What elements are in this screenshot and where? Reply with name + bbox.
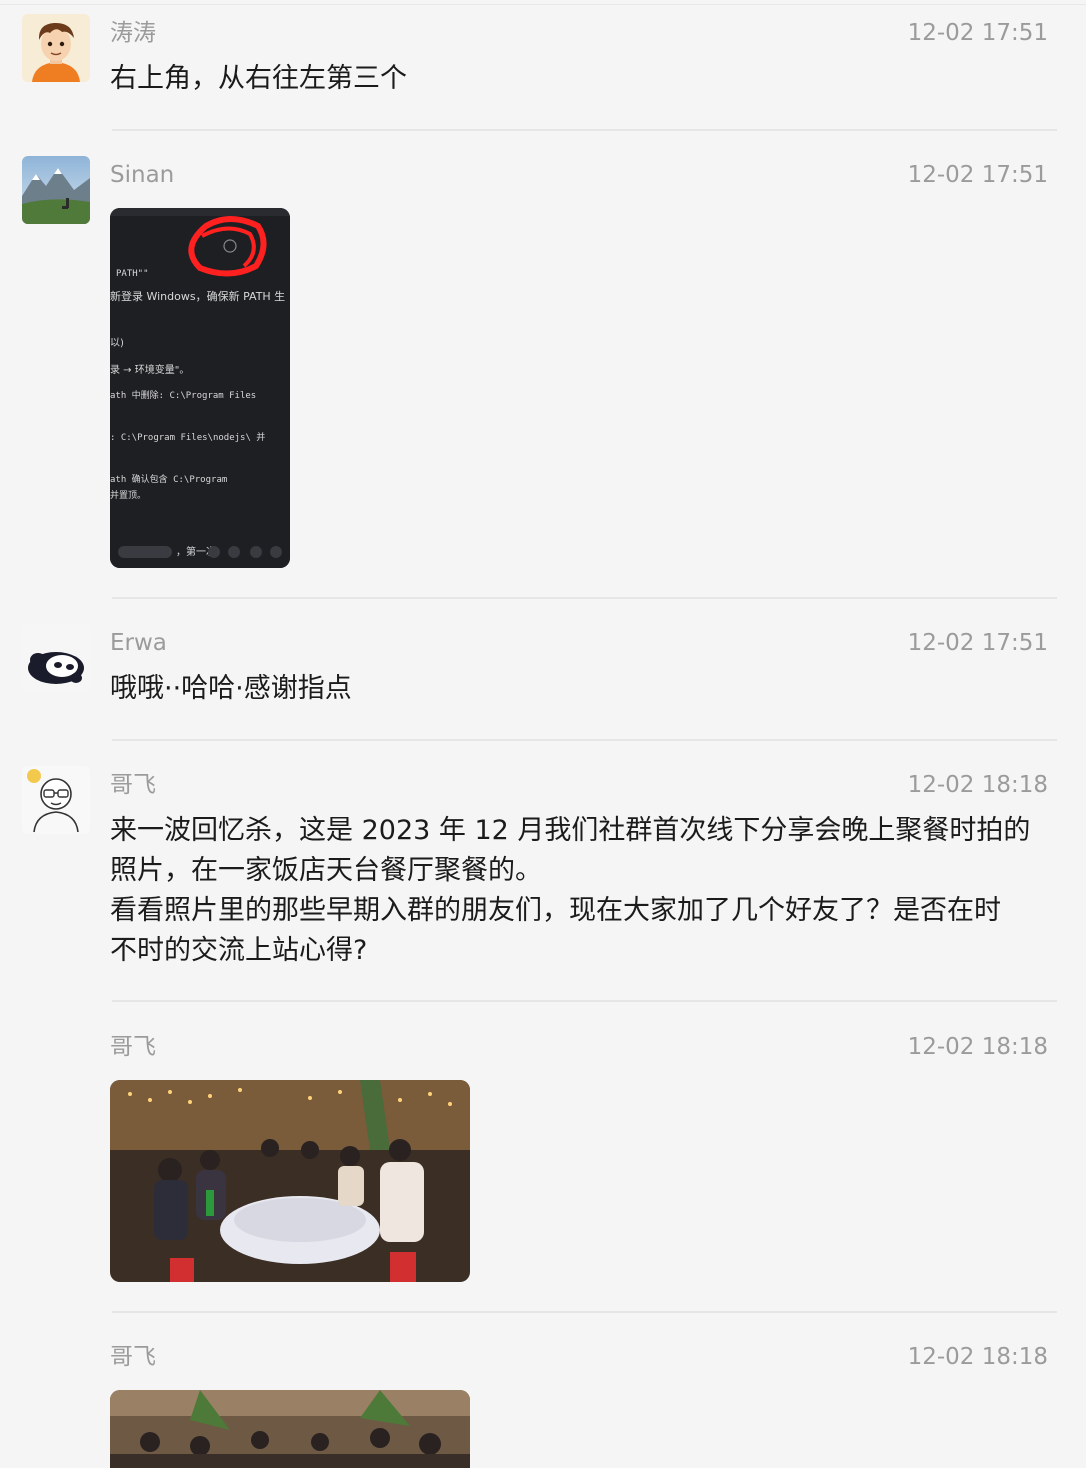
top-divider <box>0 4 1086 5</box>
sender-name: 涛涛 <box>110 20 156 46</box>
message-text-line: 不时的交流上站心得? <box>110 935 368 966</box>
screenshot-line: ath 确认包含 C:\Program <box>110 473 227 485</box>
screenshot-line: 新登录 Windows，确保新 PATH 生 <box>110 289 285 303</box>
message-time: 12-02 18:18 <box>907 1034 1048 1060</box>
sender-name: 哥飞 <box>110 1344 156 1370</box>
message-time: 12-02 17:51 <box>907 20 1048 46</box>
mountain-landscape-avatar-icon <box>22 156 90 224</box>
screenshot-line: 并置顶。 <box>110 489 146 501</box>
message-divider <box>112 739 1057 741</box>
sender-name: Sinan <box>110 162 175 188</box>
cartoon-boy-avatar-icon <box>22 14 90 82</box>
group-dinner-photo-2[interactable] <box>110 1390 470 1468</box>
message-text-line: 照片，在一家饭店天台餐厅聚餐的。 <box>110 855 542 886</box>
message-divider <box>112 1000 1057 1002</box>
sender-name: Erwa <box>110 630 167 656</box>
sender-name: 哥飞 <box>110 1034 156 1060</box>
message-divider <box>112 597 1057 599</box>
avatar[interactable] <box>22 156 90 224</box>
screenshot-line: 以) <box>110 338 124 349</box>
photo-content <box>110 1390 470 1468</box>
group-dinner-photo[interactable] <box>110 1080 470 1282</box>
message-text: 右上角，从右往左第三个 <box>110 63 407 94</box>
sender-name: 哥飞 <box>110 772 156 798</box>
message-divider <box>112 129 1057 131</box>
photo-content <box>110 1080 470 1282</box>
screenshot-line: PATH"" <box>116 269 149 279</box>
message-text-line: 看看照片里的那些早期入群的朋友们，现在大家加了几个好友了？是否在时 <box>110 895 1001 926</box>
screenshot-image[interactable]: PATH"" 新登录 Windows，确保新 PATH 生 以) 录 → 环境变… <box>110 208 290 568</box>
message-text: 来一波回忆杀，这是 2023 年 12 月我们社群首次线下分享会晚上聚餐时拍的 … <box>110 811 1060 971</box>
message-time: 12-02 17:51 <box>907 162 1048 188</box>
message-text-line: 来一波回忆杀，这是 2023 年 12 月我们社群首次线下分享会晚上聚餐时拍的 <box>110 815 1031 846</box>
message-time: 12-02 17:51 <box>907 630 1048 656</box>
screenshot-line: 录 → 环境变量"。 <box>110 363 189 376</box>
screenshot-content: PATH"" 新登录 Windows，确保新 PATH 生 以) 录 → 环境变… <box>110 208 290 568</box>
glasses-man-avatar-icon <box>22 766 90 834</box>
message-time: 12-02 18:18 <box>907 1344 1048 1370</box>
message-divider <box>112 1311 1057 1313</box>
avatar[interactable] <box>22 14 90 82</box>
avatar[interactable] <box>22 766 90 834</box>
panda-avatar-icon <box>22 624 90 692</box>
screenshot-line: ath 中删除: C:\Program Files <box>110 389 256 401</box>
screenshot-line: : C:\Program Files\nodejs\ 并 <box>110 431 265 443</box>
message-time: 12-02 18:18 <box>907 772 1048 798</box>
message-text: 哦哦··哈哈·感谢指点 <box>110 673 352 704</box>
avatar[interactable] <box>22 624 90 692</box>
